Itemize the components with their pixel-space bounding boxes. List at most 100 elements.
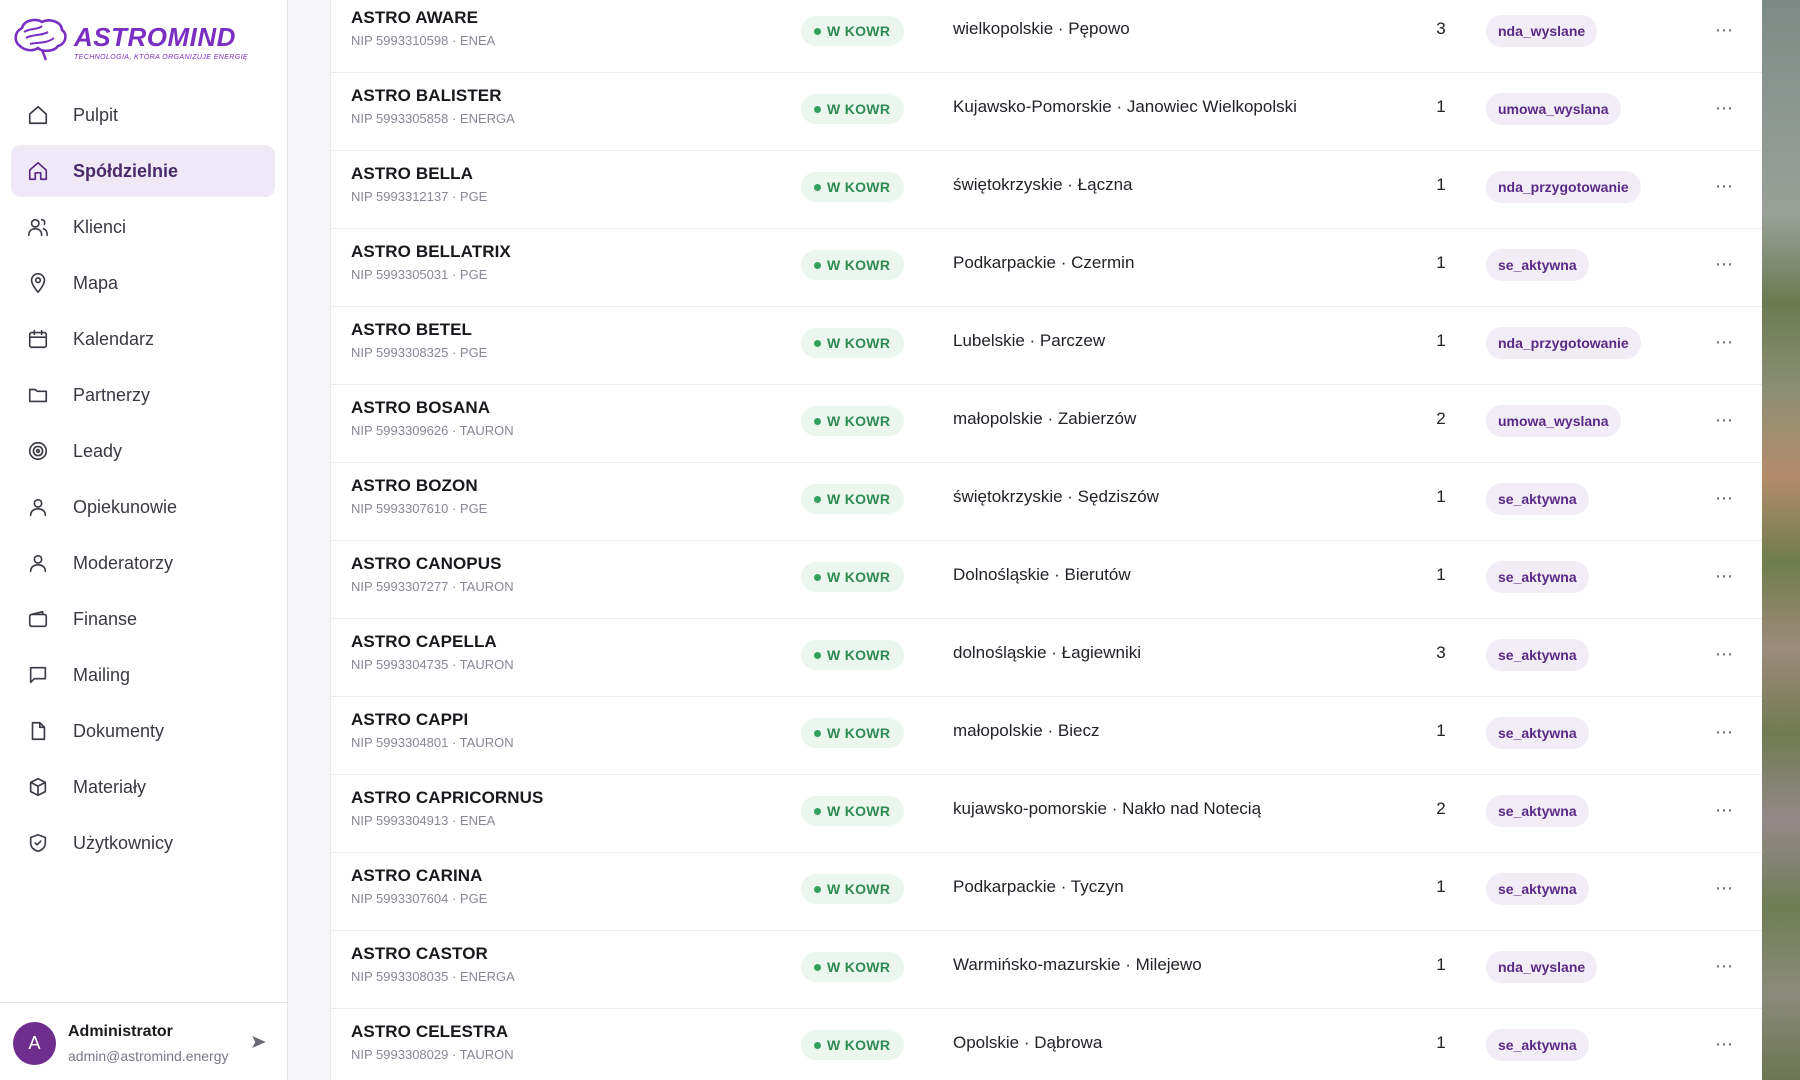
table-row[interactable]: ASTRO AWARE NIP 5993310598 · ENEA W KOWR… bbox=[331, 0, 1762, 73]
sidebar-item-leady[interactable]: Leady bbox=[11, 425, 275, 477]
cooperative-nip: NIP 5993304913 · ENEA bbox=[351, 813, 496, 828]
more-actions-icon[interactable]: ⋯ bbox=[1709, 563, 1739, 589]
more-actions-icon[interactable]: ⋯ bbox=[1709, 251, 1739, 277]
sidebar-item-materialy[interactable]: Materiały bbox=[11, 761, 275, 813]
sidebar-item-label: Klienci bbox=[73, 216, 127, 237]
logo[interactable]: ASTROMIND TECHNOLOGIA, KTÓRA ORGANIZUJE … bbox=[12, 14, 248, 66]
wallet-icon bbox=[27, 608, 49, 630]
member-count: 3 bbox=[1436, 643, 1446, 662]
cooperative-name[interactable]: ASTRO CASTOR bbox=[351, 944, 488, 964]
cooperative-nip: NIP 5993307604 · PGE bbox=[351, 891, 488, 906]
sidebar-item-label: Finanse bbox=[73, 608, 138, 629]
table-row[interactable]: ASTRO BOZON NIP 5993307610 · PGE W KOWR … bbox=[331, 463, 1762, 541]
cooperative-name[interactable]: ASTRO CAPELLA bbox=[351, 632, 497, 652]
sidebar-item-pulpit[interactable]: Pulpit bbox=[11, 89, 275, 141]
sidebar-item-uzytkownicy[interactable]: Użytkownicy bbox=[11, 817, 275, 869]
calendar-icon bbox=[27, 328, 49, 350]
table-row[interactable]: ASTRO CASTOR NIP 5993308035 · ENERGA W K… bbox=[331, 931, 1762, 1009]
stage-tag: se_aktywna bbox=[1486, 1029, 1589, 1061]
more-actions-icon[interactable]: ⋯ bbox=[1709, 407, 1739, 433]
location: Dolnośląskie · Bierutów bbox=[953, 565, 1131, 584]
cooperative-name[interactable]: ASTRO BOSANA bbox=[351, 398, 490, 418]
table-row[interactable]: ASTRO BETEL NIP 5993308325 · PGE W KOWR … bbox=[331, 307, 1762, 385]
sidebar-item-partnerzy[interactable]: Partnerzy bbox=[11, 369, 275, 421]
sidebar-item-label: Użytkownicy bbox=[73, 832, 174, 853]
cooperative-nip: NIP 5993308325 · PGE bbox=[351, 345, 488, 360]
table-row[interactable]: ASTRO BALISTER NIP 5993305858 · ENERGA W… bbox=[331, 73, 1762, 151]
sidebar-item-label: Kalendarz bbox=[73, 328, 155, 349]
cooperative-name[interactable]: ASTRO CAPRICORNUS bbox=[351, 788, 544, 808]
sidebar-item-mapa[interactable]: Mapa bbox=[11, 257, 275, 309]
more-actions-icon[interactable]: ⋯ bbox=[1709, 173, 1739, 199]
stage-tag: umowa_wyslana bbox=[1486, 405, 1621, 437]
shield-icon bbox=[27, 832, 49, 854]
sidebar-item-opiekunowie[interactable]: Opiekunowie bbox=[11, 481, 275, 533]
table-row[interactable]: ASTRO BELLA NIP 5993312137 · PGE W KOWR … bbox=[331, 151, 1762, 229]
cooperatives-table: ASTRO AWARE NIP 5993310598 · ENEA W KOWR… bbox=[330, 0, 1762, 1080]
cooperative-name[interactable]: ASTRO CELESTRA bbox=[351, 1022, 508, 1042]
more-actions-icon[interactable]: ⋯ bbox=[1709, 17, 1739, 43]
user-profile[interactable]: A Administrator admin@astromind.energy bbox=[0, 1002, 288, 1080]
more-actions-icon[interactable]: ⋯ bbox=[1709, 485, 1739, 511]
table-row[interactable]: ASTRO CARINA NIP 5993307604 · PGE W KOWR… bbox=[331, 853, 1762, 931]
table-row[interactable]: ASTRO CAPRICORNUS NIP 5993304913 · ENEA … bbox=[331, 775, 1762, 853]
cooperative-name[interactable]: ASTRO CAPPI bbox=[351, 710, 468, 730]
more-actions-icon[interactable]: ⋯ bbox=[1709, 875, 1739, 901]
sidebar-item-kalendarz[interactable]: Kalendarz bbox=[11, 313, 275, 365]
cooperative-name[interactable]: ASTRO BELLA bbox=[351, 164, 473, 184]
location: świętokrzyskie · Sędziszów bbox=[953, 487, 1159, 506]
status-badge: W KOWR bbox=[801, 562, 905, 592]
users-icon bbox=[27, 216, 49, 238]
table-row[interactable]: ASTRO BOSANA NIP 5993309626 · TAURON W K… bbox=[331, 385, 1762, 463]
more-actions-icon[interactable]: ⋯ bbox=[1709, 95, 1739, 121]
sidebar-item-moderatorzy[interactable]: Moderatorzy bbox=[11, 537, 275, 589]
cooperative-nip: NIP 5993308029 · TAURON bbox=[351, 1047, 514, 1062]
more-actions-icon[interactable]: ⋯ bbox=[1709, 797, 1739, 823]
more-actions-icon[interactable]: ⋯ bbox=[1709, 953, 1739, 979]
stage-tag: se_aktywna bbox=[1486, 561, 1589, 593]
table-row[interactable]: ASTRO CAPPI NIP 5993304801 · TAURON W KO… bbox=[331, 697, 1762, 775]
sidebar-item-spoldzielnie[interactable]: Spółdzielnie bbox=[11, 145, 275, 197]
member-count: 1 bbox=[1436, 253, 1446, 272]
sidebar-item-klienci[interactable]: Klienci bbox=[11, 201, 275, 253]
cooperative-nip: NIP 5993310598 · ENEA bbox=[351, 33, 496, 48]
cooperative-name[interactable]: ASTRO BETEL bbox=[351, 320, 472, 340]
stage-tag: se_aktywna bbox=[1486, 639, 1589, 671]
cooperative-name[interactable]: ASTRO BOZON bbox=[351, 476, 478, 496]
cooperative-nip: NIP 5993305858 · ENERGA bbox=[351, 111, 515, 126]
location: Podkarpackie · Tyczyn bbox=[953, 877, 1124, 896]
sidebar-item-finanse[interactable]: Finanse bbox=[11, 593, 275, 645]
table-row[interactable]: ASTRO CELESTRA NIP 5993308029 · TAURON W… bbox=[331, 1009, 1762, 1080]
cooperative-name[interactable]: ASTRO AWARE bbox=[351, 8, 478, 28]
stage-tag: se_aktywna bbox=[1486, 873, 1589, 905]
member-count: 1 bbox=[1436, 955, 1446, 974]
cooperative-nip: NIP 5993304735 · TAURON bbox=[351, 657, 514, 672]
member-count: 1 bbox=[1436, 565, 1446, 584]
house-icon bbox=[27, 160, 49, 182]
table-row[interactable]: ASTRO BELLATRIX NIP 5993305031 · PGE W K… bbox=[331, 229, 1762, 307]
table-row[interactable]: ASTRO CAPELLA NIP 5993304735 · TAURON W … bbox=[331, 619, 1762, 697]
cooperative-name[interactable]: ASTRO BALISTER bbox=[351, 86, 502, 106]
sidebar-item-mailing[interactable]: Mailing bbox=[11, 649, 275, 701]
cooperative-name[interactable]: ASTRO CANOPUS bbox=[351, 554, 502, 574]
send-icon[interactable] bbox=[250, 1033, 268, 1051]
more-actions-icon[interactable]: ⋯ bbox=[1709, 1031, 1739, 1057]
status-badge: W KOWR bbox=[801, 1030, 905, 1060]
status-badge: W KOWR bbox=[801, 328, 905, 358]
cooperative-nip: NIP 5993308035 · ENERGA bbox=[351, 969, 515, 984]
sidebar-item-dokumenty[interactable]: Dokumenty bbox=[11, 705, 275, 757]
location: Podkarpackie · Czermin bbox=[953, 253, 1135, 272]
member-count: 1 bbox=[1436, 487, 1446, 506]
cooperative-name[interactable]: ASTRO BELLATRIX bbox=[351, 242, 511, 262]
member-count: 2 bbox=[1436, 799, 1446, 818]
member-count: 1 bbox=[1436, 877, 1446, 896]
table-row[interactable]: ASTRO CANOPUS NIP 5993307277 · TAURON W … bbox=[331, 541, 1762, 619]
location: Lubelskie · Parczew bbox=[953, 331, 1106, 350]
more-actions-icon[interactable]: ⋯ bbox=[1709, 641, 1739, 667]
more-actions-icon[interactable]: ⋯ bbox=[1709, 329, 1739, 355]
member-count: 1 bbox=[1436, 1033, 1446, 1052]
status-badge: W KOWR bbox=[801, 250, 905, 280]
file-icon bbox=[27, 720, 49, 742]
more-actions-icon[interactable]: ⋯ bbox=[1709, 719, 1739, 745]
cooperative-name[interactable]: ASTRO CARINA bbox=[351, 866, 483, 886]
